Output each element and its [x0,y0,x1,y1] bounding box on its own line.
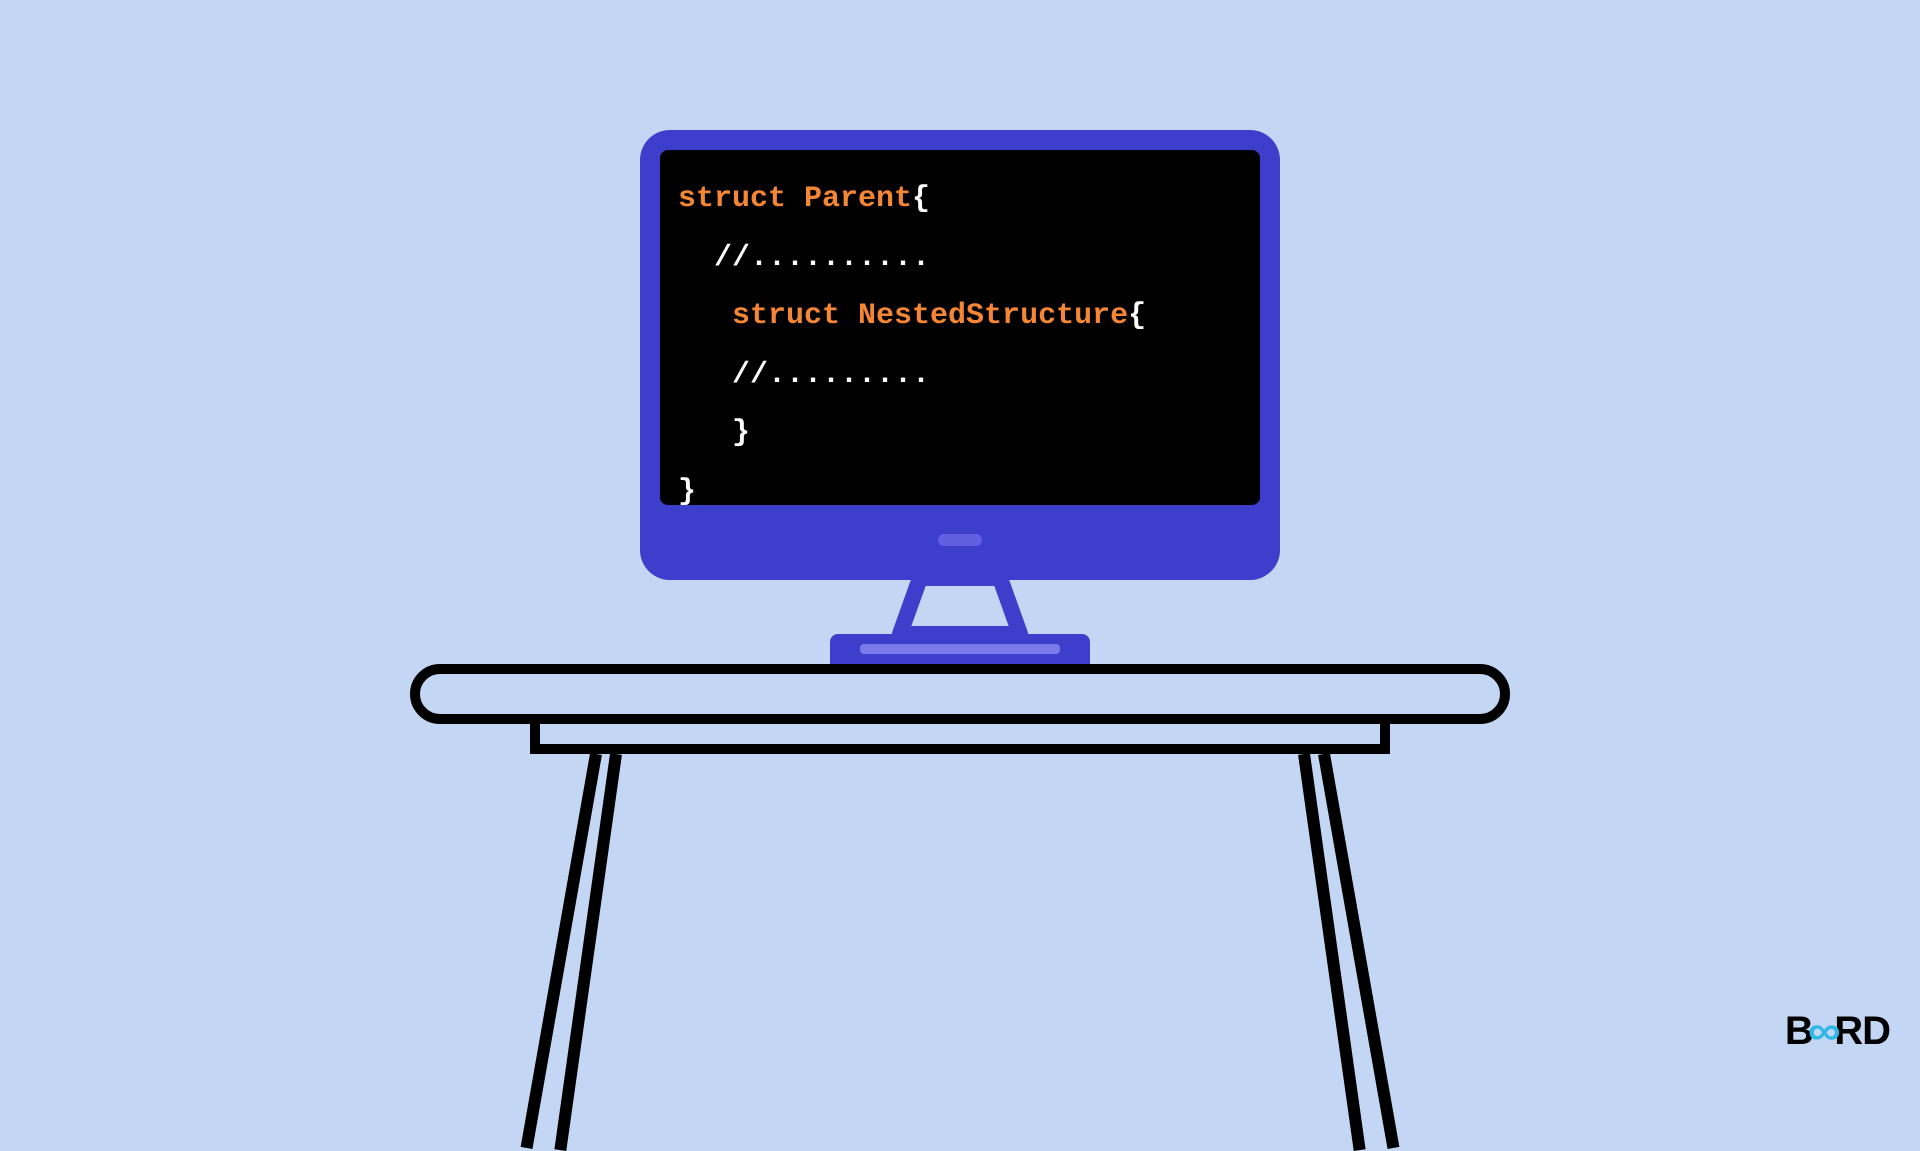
monitor-frame: struct Parent{ //.......... struct Neste… [640,130,1280,580]
code-indent [678,299,732,333]
illustration-scene: struct Parent{ //.......... struct Neste… [410,90,1510,990]
monitor-stand-neck [885,578,1035,634]
table-top [410,664,1510,724]
code-block: struct Parent{ //.......... struct Neste… [678,170,1242,521]
code-keyword: struct Parent [678,182,912,216]
logo-text-rd: RD [1834,1009,1890,1054]
monitor-button [938,534,982,546]
code-comment: //.......... [678,241,930,275]
monitor-screen: struct Parent{ //.......... struct Neste… [660,150,1260,505]
infinity-icon: ∞ [1808,1009,1840,1054]
monitor-stand-base-highlight [860,644,1060,654]
code-brace: { [1128,299,1146,333]
code-comment: //......... [678,358,930,392]
code-brace: { [912,182,930,216]
code-brace: } [678,475,696,509]
code-brace: } [678,416,750,450]
board-logo: B∞RD [1785,1009,1890,1054]
code-keyword: struct NestedStructure [732,299,1128,333]
